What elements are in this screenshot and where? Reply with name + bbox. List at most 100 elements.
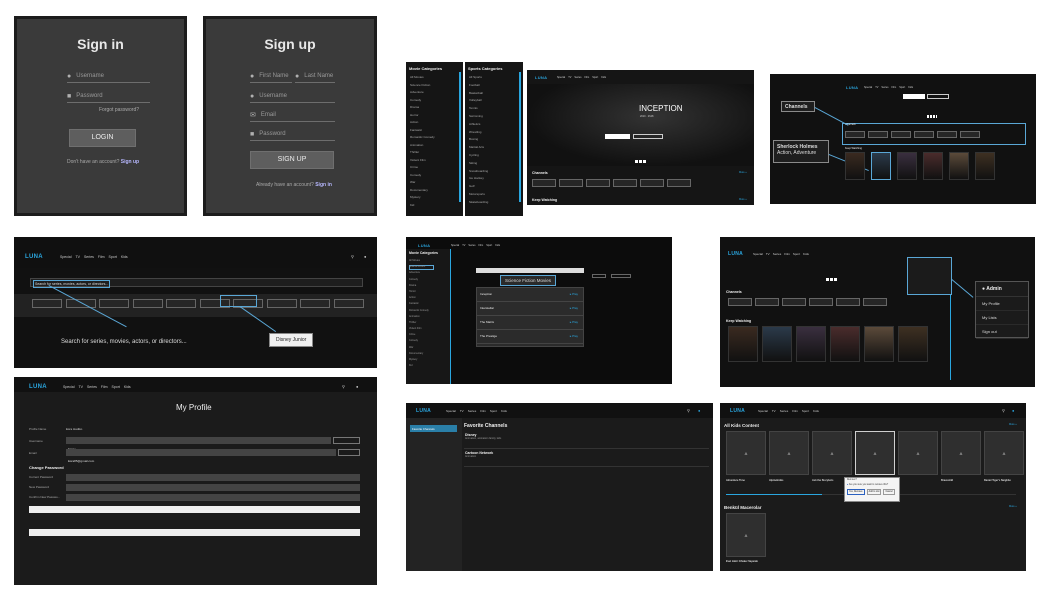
channel-chip[interactable] <box>914 131 934 138</box>
email-input[interactable]: Esra85@gmail.com <box>66 449 336 463</box>
category-item[interactable]: All Movies <box>410 75 435 83</box>
channel-chip[interactable] <box>32 299 62 308</box>
category-item[interactable]: Horror <box>410 113 435 121</box>
update-password-button[interactable] <box>29 506 360 513</box>
search-icon[interactable]: ⚲ <box>351 254 354 259</box>
nav-item[interactable]: Special <box>753 252 763 256</box>
user-icon[interactable]: ● <box>356 384 358 389</box>
user-icon[interactable]: ● <box>1012 408 1014 413</box>
category-item[interactable]: Swimming <box>469 114 488 122</box>
category-item[interactable]: Romantic Comedy <box>410 135 435 143</box>
email-save-button[interactable] <box>338 449 360 456</box>
category-item[interactable]: Drama <box>410 105 435 113</box>
category-item[interactable]: Adventure <box>410 90 435 98</box>
channel-chip[interactable] <box>960 131 980 138</box>
nav-item[interactable]: Film <box>585 76 590 79</box>
scifi-row[interactable]: Interstellar ▸ Play <box>477 302 583 316</box>
dialog-button[interactable]: Add to List <box>866 489 882 495</box>
poster[interactable] <box>762 326 792 362</box>
category-item[interactable]: Ice Hockey <box>469 176 488 184</box>
nav-item[interactable]: Series <box>574 76 581 79</box>
hero-buttons-secondary[interactable] <box>927 94 949 99</box>
nav-item[interactable]: Sport <box>486 244 492 247</box>
category-item[interactable]: Snowboarding <box>469 169 488 177</box>
luna-logo[interactable]: LUNA <box>29 384 47 390</box>
kids-tile[interactable]: A <box>726 431 766 475</box>
nav-item[interactable]: TV <box>568 76 571 79</box>
category-item[interactable]: Mystery <box>410 195 435 203</box>
more-link[interactable]: More » <box>1009 423 1017 426</box>
nav-item[interactable]: Sport <box>899 86 905 89</box>
nav-item[interactable]: TV <box>462 244 465 247</box>
nav-item[interactable]: Film <box>479 244 484 247</box>
kids-tile[interactable]: A <box>726 513 766 557</box>
user-icon[interactable]: ● <box>698 408 700 413</box>
play-link[interactable]: ▸ Play <box>570 320 578 324</box>
sidebar-item-favorites[interactable]: Favorite Channels <box>410 425 457 432</box>
nav-item[interactable]: Special <box>60 255 71 259</box>
nav-item[interactable]: Sport <box>802 409 809 413</box>
category-item[interactable]: Skateboarding <box>469 200 488 208</box>
channel-chip[interactable] <box>667 179 691 187</box>
poster[interactable] <box>871 152 891 180</box>
category-item[interactable]: Skiing <box>469 161 488 169</box>
channel-chip[interactable] <box>586 179 610 187</box>
luna-logo[interactable]: LUNA <box>25 254 43 260</box>
nav-item[interactable]: TV <box>78 385 82 389</box>
kids-tile[interactable]: A <box>941 431 981 475</box>
channel-chip[interactable] <box>166 299 196 308</box>
kids-tile[interactable]: A <box>984 431 1024 475</box>
category-item[interactable]: Tennis <box>469 106 488 114</box>
scifi-row[interactable]: The Prestige ▸ Play <box>477 330 583 344</box>
play-link[interactable]: ▸ Play <box>570 292 578 296</box>
category-item[interactable]: Documentary <box>410 188 435 196</box>
more-link[interactable]: More » <box>739 171 747 174</box>
nav-item[interactable]: TV <box>766 252 770 256</box>
category-item[interactable]: Cycling <box>469 153 488 161</box>
category-item[interactable]: Golf <box>469 184 488 192</box>
username-input[interactable]: Esray <box>66 437 331 451</box>
channel-chip[interactable] <box>300 299 330 308</box>
hero-pager[interactable] <box>826 278 838 281</box>
admin-menu-item[interactable]: My Profile <box>976 297 1028 311</box>
signin-link[interactable]: Sign in <box>315 182 332 188</box>
username-save-button[interactable] <box>333 437 360 444</box>
nav-item[interactable]: Sport <box>592 76 598 79</box>
channel-chip[interactable] <box>613 179 637 187</box>
nav-item[interactable]: Series <box>780 409 789 413</box>
email-field[interactable]: ✉ Email <box>250 109 335 122</box>
watch-now-button[interactable] <box>605 134 630 139</box>
category-item[interactable]: Crime <box>410 165 435 173</box>
luna-logo[interactable]: LUNA <box>730 408 745 414</box>
forgot-password-link[interactable]: Forgot password? <box>99 107 139 113</box>
channel-chip[interactable] <box>782 298 806 306</box>
channel-chip[interactable] <box>836 298 860 306</box>
password-field[interactable]: ■ Password <box>67 90 150 103</box>
nav-item[interactable]: Kids <box>803 252 809 256</box>
dialog-button[interactable]: Yes, Remove <box>847 489 865 495</box>
last-name-field[interactable]: ● Last Name <box>295 70 335 83</box>
admin-menu-item[interactable]: Sign out <box>976 325 1028 339</box>
scrollbar[interactable] <box>519 72 521 202</box>
nav-item[interactable]: Kids <box>124 385 131 389</box>
nav-item[interactable]: Series <box>773 252 782 256</box>
nav-item[interactable]: Kids <box>121 255 128 259</box>
nav-item[interactable]: Kids <box>501 409 507 413</box>
chip[interactable] <box>611 274 631 278</box>
nav-item[interactable]: Sport <box>490 409 497 413</box>
channel-chip[interactable] <box>891 131 911 138</box>
category-item[interactable]: War <box>410 180 435 188</box>
nav-item[interactable]: Sport <box>109 255 117 259</box>
nav-item[interactable]: Kids <box>495 244 500 247</box>
nav-item[interactable]: Special <box>557 76 565 79</box>
kids-tile[interactable]: A <box>898 431 938 475</box>
kids-tile[interactable]: A <box>769 431 809 475</box>
hero-pager[interactable] <box>635 160 647 163</box>
category-item[interactable]: Fantastic <box>410 128 435 136</box>
signup-link[interactable]: Sign up <box>121 159 139 165</box>
channel-chip[interactable] <box>532 179 556 187</box>
more-link[interactable]: More » <box>739 198 747 201</box>
poster[interactable] <box>796 326 826 362</box>
nav-item[interactable]: Special <box>446 409 456 413</box>
nav-item[interactable]: TV <box>460 409 464 413</box>
